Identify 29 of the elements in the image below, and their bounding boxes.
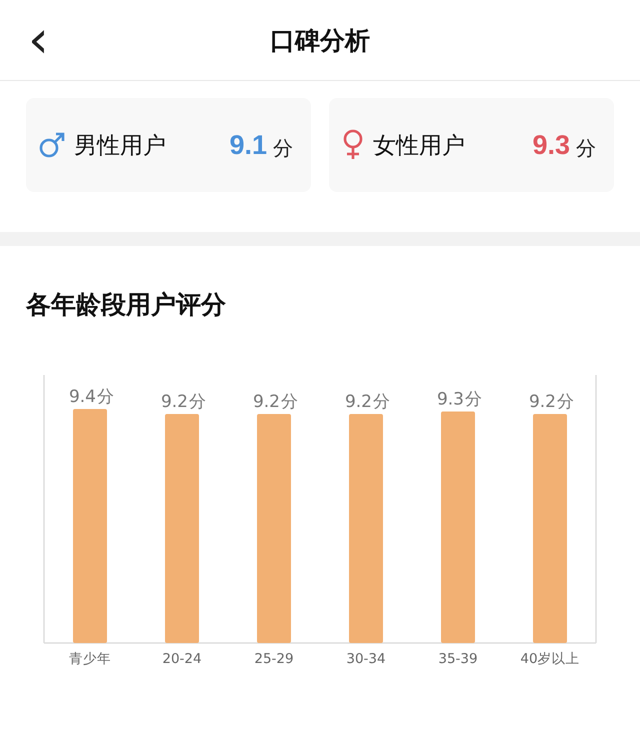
section-title: 各年龄段用户评分 (24, 289, 227, 321)
unit-label: 分 (557, 392, 574, 412)
value-label: 9.2 (252, 392, 280, 412)
score-unit: 分 (273, 134, 293, 162)
value-label: 9.3 (436, 390, 464, 410)
score-unit: 分 (576, 134, 596, 162)
card-label: 女性用户 (373, 132, 466, 160)
unit-label: 分 (465, 390, 482, 410)
back-button[interactable]: ‹ (22, 14, 55, 66)
card-label: 男性用户 (74, 132, 167, 160)
axis-label: 30-34 (346, 651, 386, 667)
value-label: 9.2 (528, 392, 556, 412)
axis-label: 青少年 (69, 651, 111, 667)
page-title: 口碑分析 (270, 24, 370, 56)
axis-label: 35-39 (438, 651, 478, 667)
unit-label: 分 (189, 392, 206, 412)
axis-label: 20-24 (162, 651, 202, 667)
axis-label: 25-29 (254, 651, 294, 667)
score: 9.3 (532, 130, 570, 160)
score: 9.1 (229, 130, 267, 160)
value-label: 9.4 (68, 387, 96, 408)
axis-label: 40岁以上 (520, 651, 580, 667)
male-symbol-icon (38, 131, 66, 159)
value-label: 9.2 (344, 392, 372, 412)
unit-label: 分 (281, 392, 298, 412)
unit-label: 分 (97, 387, 114, 408)
value-label: 9.2 (160, 392, 188, 412)
female-symbol-icon (341, 129, 365, 161)
unit-label: 分 (373, 392, 390, 412)
